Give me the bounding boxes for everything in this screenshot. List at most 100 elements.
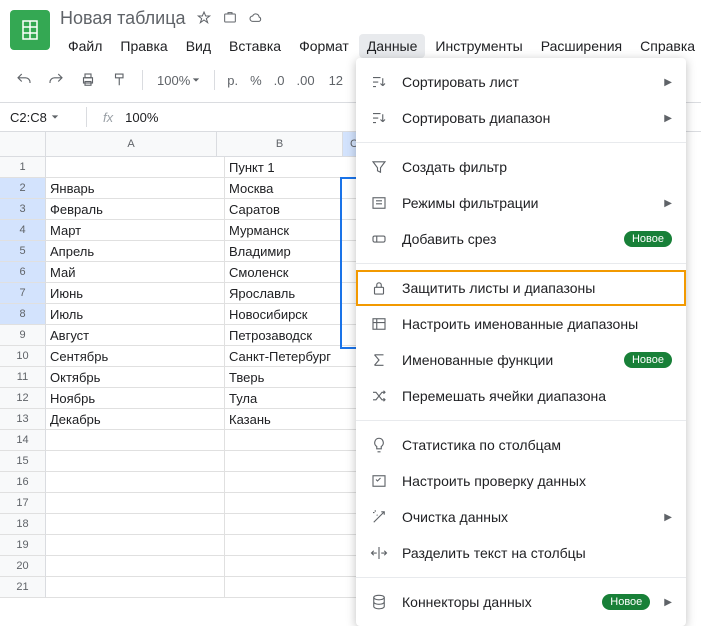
row-header[interactable]: 12 [0, 388, 46, 409]
menubar-item-расширения[interactable]: Расширения [533, 34, 630, 58]
menubar-item-справка[interactable]: Справка [632, 34, 701, 58]
cell[interactable] [225, 535, 359, 556]
cell[interactable]: Май [46, 262, 225, 283]
cell[interactable]: Тверь [225, 367, 359, 388]
menu-item-database[interactable]: Коннекторы данныхНовое▶ [356, 584, 686, 620]
row-header[interactable]: 13 [0, 409, 46, 430]
menu-item-sort[interactable]: Сортировать диапазон▶ [356, 100, 686, 136]
row-header[interactable]: 5 [0, 241, 46, 262]
cell[interactable]: Март [46, 220, 225, 241]
cell[interactable]: Январь [46, 178, 225, 199]
cell[interactable] [225, 451, 359, 472]
menu-item-filter-views[interactable]: Режимы фильтрации▶ [356, 185, 686, 221]
menu-item-named-range[interactable]: Настроить именованные диапазоны [356, 306, 686, 342]
cell[interactable] [46, 577, 225, 598]
menu-item-bulb[interactable]: Статистика по столбцам [356, 427, 686, 463]
row-header[interactable]: 1 [0, 157, 46, 178]
row-header[interactable]: 18 [0, 514, 46, 535]
cell[interactable] [225, 514, 359, 535]
row-header[interactable]: 4 [0, 220, 46, 241]
doc-title[interactable]: Новая таблица [60, 8, 186, 29]
cell[interactable]: Сентябрь [46, 346, 225, 367]
cell[interactable]: Июль [46, 304, 225, 325]
cell[interactable]: Октябрь [46, 367, 225, 388]
row-header[interactable]: 8 [0, 304, 46, 325]
name-box[interactable]: C2:C8 [0, 110, 82, 125]
cell[interactable]: Ноябрь [46, 388, 225, 409]
move-icon[interactable] [222, 10, 238, 26]
menubar-item-правка[interactable]: Правка [112, 34, 175, 58]
cell[interactable]: Мурманск [225, 220, 359, 241]
menu-item-sort[interactable]: Сортировать лист▶ [356, 64, 686, 100]
menubar-item-вид[interactable]: Вид [178, 34, 219, 58]
cell[interactable] [46, 472, 225, 493]
menu-item-split[interactable]: Разделить текст на столбцы [356, 535, 686, 571]
cell[interactable]: Новосибирск [225, 304, 359, 325]
cell[interactable]: Пункт 1 [225, 157, 359, 178]
cell[interactable]: Февраль [46, 199, 225, 220]
cell[interactable]: Казань [225, 409, 359, 430]
cell[interactable] [46, 493, 225, 514]
row-header[interactable]: 2 [0, 178, 46, 199]
menu-item-slicer[interactable]: Добавить срезНовое [356, 221, 686, 257]
row-header[interactable]: 17 [0, 493, 46, 514]
cell[interactable] [46, 430, 225, 451]
menu-item-sigma[interactable]: Именованные функцииНовое [356, 342, 686, 378]
menu-item-lock[interactable]: Защитить листы и диапазоны [356, 270, 686, 306]
cloud-icon[interactable] [248, 10, 264, 26]
increase-decimal-button[interactable]: .00 [293, 73, 319, 88]
cell[interactable] [46, 157, 225, 178]
cell[interactable] [46, 514, 225, 535]
row-header[interactable]: 15 [0, 451, 46, 472]
cell[interactable]: Саратов [225, 199, 359, 220]
menubar-item-данные[interactable]: Данные [359, 34, 426, 58]
row-header[interactable]: 9 [0, 325, 46, 346]
menubar-item-формат[interactable]: Формат [291, 34, 357, 58]
menubar-item-инструменты[interactable]: Инструменты [427, 34, 530, 58]
number-format-dropdown[interactable]: 12 [323, 73, 349, 88]
cell[interactable] [225, 472, 359, 493]
cell[interactable] [225, 556, 359, 577]
cell[interactable]: Ярославль [225, 283, 359, 304]
column-header-A[interactable]: A [46, 132, 217, 157]
cell[interactable] [46, 451, 225, 472]
cell[interactable]: Декабрь [46, 409, 225, 430]
menu-item-filter[interactable]: Создать фильтр [356, 149, 686, 185]
percent-button[interactable]: % [246, 73, 266, 88]
star-icon[interactable] [196, 10, 212, 26]
menu-item-shuffle[interactable]: Перемешать ячейки диапазона [356, 378, 686, 414]
menu-item-checklist[interactable]: Настроить проверку данных [356, 463, 686, 499]
decrease-decimal-button[interactable]: .0 [270, 73, 289, 88]
cell[interactable]: Смоленск [225, 262, 359, 283]
cell[interactable]: Апрель [46, 241, 225, 262]
currency-button[interactable]: р. [223, 73, 242, 88]
cell[interactable] [46, 535, 225, 556]
zoom-dropdown[interactable]: 100% [151, 73, 206, 88]
menubar-item-файл[interactable]: Файл [60, 34, 110, 58]
sheets-logo[interactable] [10, 10, 50, 50]
row-header[interactable]: 21 [0, 577, 46, 598]
cell[interactable] [225, 493, 359, 514]
column-header-B[interactable]: B [217, 132, 343, 157]
cell[interactable]: Август [46, 325, 225, 346]
cell[interactable]: Петрозаводск [225, 325, 359, 346]
paint-format-button[interactable] [106, 66, 134, 94]
row-header[interactable]: 3 [0, 199, 46, 220]
cell[interactable] [46, 556, 225, 577]
cell[interactable]: Июнь [46, 283, 225, 304]
cell[interactable]: Санкт-Петербург [225, 346, 359, 367]
cell[interactable]: Москва [225, 178, 359, 199]
menubar-item-вставка[interactable]: Вставка [221, 34, 289, 58]
row-header[interactable]: 6 [0, 262, 46, 283]
cell[interactable]: Тула [225, 388, 359, 409]
print-button[interactable] [74, 66, 102, 94]
select-all-corner[interactable] [0, 132, 46, 157]
undo-button[interactable] [10, 66, 38, 94]
cell[interactable] [225, 430, 359, 451]
cell[interactable]: Владимир [225, 241, 359, 262]
formula-input[interactable]: 100% [125, 110, 158, 125]
redo-button[interactable] [42, 66, 70, 94]
row-header[interactable]: 20 [0, 556, 46, 577]
cell[interactable] [225, 577, 359, 598]
row-header[interactable]: 19 [0, 535, 46, 556]
